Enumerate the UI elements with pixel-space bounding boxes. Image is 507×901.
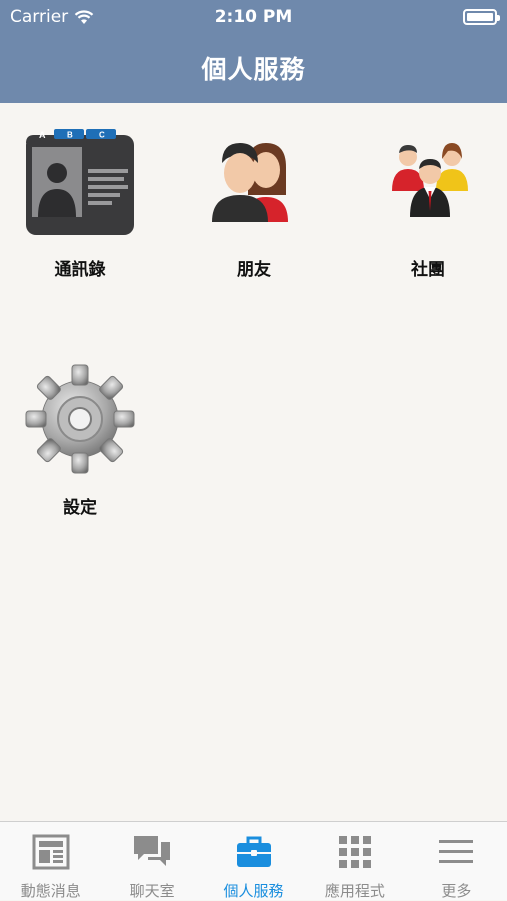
navigation-header: Carrier 2:10 PM 個人服務 <box>0 0 507 103</box>
menu-lines-icon <box>439 840 474 863</box>
service-contacts[interactable]: A B C 通訊錄 <box>10 125 150 280</box>
service-label: 朋友 <box>237 260 271 280</box>
tab-news-feed[interactable]: 動態消息 <box>0 822 101 900</box>
group-people-icon <box>372 125 484 237</box>
contacts-tab-b: B <box>67 131 73 140</box>
grid-apps-icon <box>338 836 371 868</box>
status-time: 2:10 PM <box>214 7 293 27</box>
tab-label: 個人服務 <box>223 882 284 900</box>
tab-more[interactable]: 更多 <box>406 822 507 900</box>
service-groups[interactable]: 社團 <box>358 125 498 280</box>
service-label: 社團 <box>411 260 445 280</box>
chat-bubbles-icon <box>134 836 171 866</box>
contacts-tab-a: A <box>39 130 46 140</box>
battery-icon <box>463 9 500 25</box>
status-bar: Carrier 2:10 PM <box>0 0 507 36</box>
newspaper-icon <box>32 834 70 870</box>
service-friends[interactable]: 朋友 <box>184 125 324 280</box>
tab-apps[interactable]: 應用程式 <box>304 822 405 900</box>
service-label: 設定 <box>63 498 97 518</box>
briefcase-icon <box>236 836 271 867</box>
service-settings[interactable]: 設定 <box>10 363 150 518</box>
tab-label: 聊天室 <box>129 882 175 900</box>
friends-icon <box>198 125 310 237</box>
tab-label: 動態消息 <box>20 882 81 900</box>
contacts-card-icon: A B C <box>24 125 136 237</box>
tab-label: 更多 <box>441 882 472 900</box>
tab-bar: 動態消息 聊天室 個人服務 應用程式 更多 <box>0 821 507 900</box>
tab-personal-services[interactable]: 個人服務 <box>203 822 304 900</box>
gear-icon <box>24 363 136 475</box>
tab-label: 應用程式 <box>324 882 385 900</box>
tab-chat[interactable]: 聊天室 <box>101 822 202 900</box>
contacts-tab-c: C <box>99 131 105 140</box>
page-title: 個人服務 <box>201 55 306 84</box>
service-label: 通訊錄 <box>54 260 106 280</box>
